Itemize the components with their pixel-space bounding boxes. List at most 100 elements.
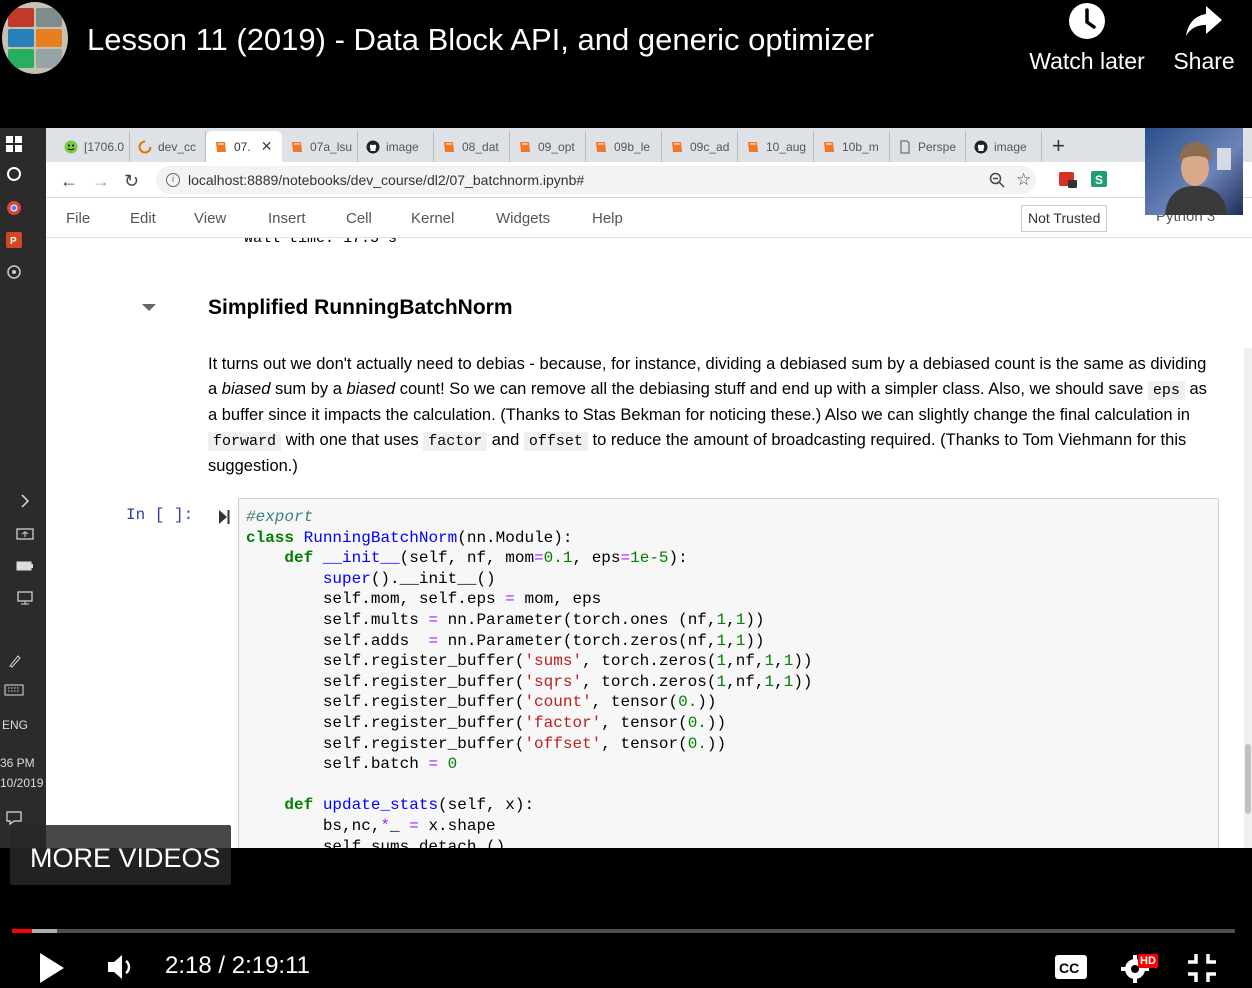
code-line: self.register_buffer('count', tensor(0.)…: [246, 693, 717, 712]
document-icon: [900, 140, 910, 153]
code-line: class RunningBatchNorm(nn.Module):: [246, 528, 573, 547]
url-bar[interactable]: i localhost:8889/notebooks/dev_course/dl…: [156, 166, 1036, 194]
code-line: self.mults = nn.Parameter(torch.ones (nf…: [246, 610, 765, 629]
menu-file[interactable]: File: [66, 210, 90, 227]
svg-text:CC: CC: [1059, 960, 1079, 976]
code-line: def update_stats(self, x):: [284, 796, 535, 815]
menu-kernel[interactable]: Kernel: [411, 210, 454, 227]
tab-0[interactable]: [1706.0: [56, 131, 130, 162]
inline-code-offset: offset: [523, 431, 588, 451]
watch-later-button[interactable]: Watch later: [1022, 0, 1152, 75]
tab-strip: + [1706.0 dev_cc 07. ✕ 07a_lsu image 08_dat 09_…: [46, 128, 1252, 162]
clock-time: 36 PM: [0, 756, 35, 770]
tab-8[interactable]: 09c_ad: [662, 131, 738, 162]
tab-label: 10_aug: [766, 139, 807, 154]
zoom-icon[interactable]: [989, 172, 1005, 188]
volume-icon[interactable]: [106, 952, 136, 982]
tab-12[interactable]: image: [966, 131, 1042, 162]
progress-played: [12, 929, 33, 933]
close-tab-icon[interactable]: ✕: [261, 138, 273, 155]
webcam-overlay: [1145, 128, 1243, 215]
jupyter-menubar: Not Trusted Python 3 File Edit View Insert C…: [46, 198, 1252, 238]
menu-help[interactable]: Help: [592, 210, 623, 227]
progress-bar[interactable]: [12, 929, 1235, 933]
code-line: bs,nc,*_ = x.shape: [246, 816, 496, 835]
tab-label: 09_opt: [538, 139, 575, 154]
code-line: self.mom, self.eps = mom, eps: [246, 590, 602, 609]
windows-taskbar: P ENG 36 PM 10/2019: [0, 128, 46, 848]
notebook-scrollbar[interactable]: [1244, 348, 1252, 848]
collapse-heading-icon[interactable]: [142, 304, 156, 311]
jupyter-book-icon: [672, 141, 682, 152]
site-info-icon[interactable]: i: [166, 173, 180, 187]
menu-insert[interactable]: Insert: [268, 210, 306, 227]
video-title[interactable]: Lesson 11 (2019) - Data Block API, and g…: [87, 22, 874, 58]
share-label: Share: [1173, 48, 1235, 74]
code-line: def __init__(self, nf, mom=0.1, eps=1e-5…: [284, 549, 688, 568]
scrollbar-thumb[interactable]: [1245, 744, 1251, 814]
exit-fullscreen-icon[interactable]: [1186, 952, 1218, 984]
jupyter-book-icon: [596, 141, 606, 152]
jupyter-book-icon: [292, 141, 302, 152]
bookmark-star-icon[interactable]: ☆: [1016, 166, 1031, 194]
channel-avatar[interactable]: [2, 2, 68, 74]
tab-5[interactable]: 08_dat: [434, 131, 510, 162]
jupyter-book-icon: [520, 141, 530, 152]
tab-3[interactable]: 07a_lsu: [282, 131, 358, 162]
menu-widgets[interactable]: Widgets: [496, 210, 550, 227]
more-videos-button[interactable]: MORE VIDEOS: [10, 825, 231, 885]
tab-label: [1706.0: [84, 139, 125, 154]
forward-arrow-icon[interactable]: →: [92, 171, 110, 192]
extension-red-icon[interactable]: [1058, 171, 1078, 189]
tab-7[interactable]: 09b_le: [586, 131, 662, 162]
extension-s-icon[interactable]: S: [1091, 171, 1107, 187]
tab-4[interactable]: image: [358, 131, 434, 162]
smiley-icon: [64, 140, 78, 153]
language-indicator[interactable]: ENG: [2, 718, 48, 732]
new-tab-button[interactable]: +: [1052, 133, 1065, 159]
progress-buffered: [32, 929, 57, 933]
github-icon: [366, 140, 380, 153]
menu-edit[interactable]: Edit: [130, 210, 156, 227]
svg-text:S: S: [1095, 173, 1103, 187]
settings-button[interactable]: HD: [1120, 952, 1164, 984]
video-title-bar: Lesson 11 (2019) - Data Block API, and g…: [0, 0, 1252, 128]
screen-capture: P ENG 36 PM 10/2019 + [1706.0 dev_cc 07.…: [0, 128, 1252, 848]
menu-cell[interactable]: Cell: [346, 210, 372, 227]
notebook-area: Wall time: 17.5 s Simplified RunningBatc…: [46, 238, 1252, 848]
tab-label: dev_cc: [158, 139, 197, 154]
tab-label: 07a_lsu: [310, 139, 353, 154]
video-player: { "video": { "title": "Lesson 11 (2019) …: [0, 0, 1252, 988]
time-display: 2:18 / 2:19:11: [165, 952, 311, 979]
url-text: localhost:8889/notebooks/dev_course/dl2/…: [188, 172, 585, 188]
previous-cell-output: Wall time: 17.5 s: [244, 238, 398, 247]
code-line: self.adds = nn.Parameter(torch.zeros(nf,…: [246, 631, 765, 650]
markdown-paragraph: It turns out we don't actually need to d…: [208, 355, 1207, 476]
play-icon[interactable]: [38, 951, 66, 985]
reload-icon[interactable]: ↻: [124, 171, 139, 192]
clock-date: 10/2019: [0, 776, 44, 790]
share-button[interactable]: Share: [1165, 0, 1243, 75]
not-trusted-button[interactable]: Not Trusted: [1021, 205, 1108, 232]
tab-6[interactable]: 09_opt: [510, 131, 586, 162]
tab-10[interactable]: 10b_m: [814, 131, 890, 162]
share-arrow-icon: [1186, 6, 1222, 36]
tab-9[interactable]: 10_aug: [738, 131, 814, 162]
address-bar-row: ← → ↻ i localhost:8889/notebooks/dev_cou…: [46, 162, 1252, 198]
tab-2[interactable]: 07. ✕: [206, 131, 282, 162]
run-cell-icon[interactable]: [218, 509, 230, 525]
tab-11[interactable]: Perspe: [890, 131, 966, 162]
inline-code-forward: forward: [208, 431, 282, 451]
loading-icon: [138, 140, 152, 153]
code-cell[interactable]: #export class RunningBatchNorm(nn.Module)…: [238, 498, 1219, 848]
tab-1[interactable]: dev_cc: [130, 131, 206, 162]
keyboard-icon[interactable]: [4, 684, 50, 696]
code-line: #export: [246, 508, 314, 526]
clock-icon: [1069, 3, 1105, 39]
code-line: super().__init__(): [322, 569, 496, 588]
inline-code-factor: factor: [423, 431, 488, 451]
tab-label: image: [386, 139, 419, 154]
back-arrow-icon[interactable]: ←: [60, 171, 78, 192]
captions-icon[interactable]: CC: [1054, 954, 1088, 980]
menu-view[interactable]: View: [194, 210, 226, 227]
